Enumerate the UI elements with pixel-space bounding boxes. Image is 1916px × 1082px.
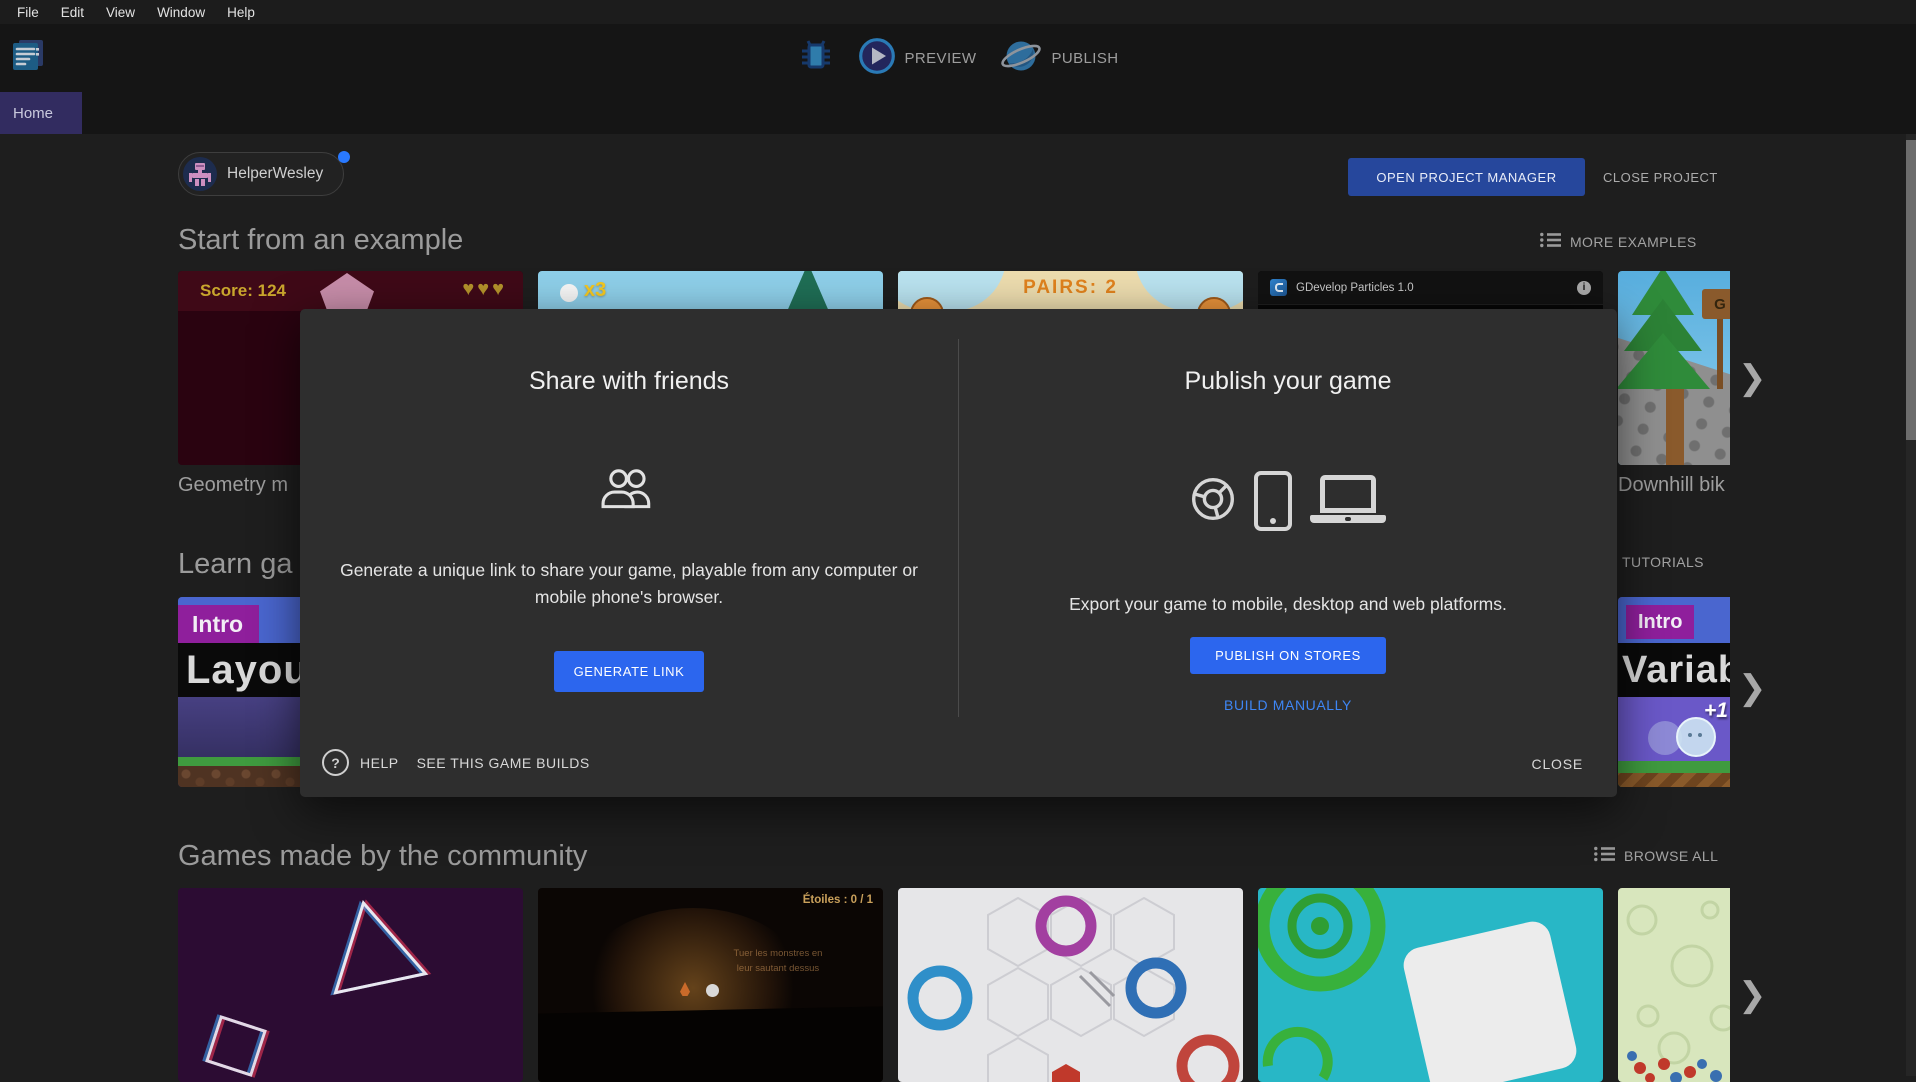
more-examples-label: MORE EXAMPLES	[1570, 234, 1697, 250]
zigzag-dirt	[1618, 773, 1730, 787]
toolbar: PREVIEW PUBLISH	[0, 24, 1916, 92]
intro-tag: Intro	[178, 605, 259, 643]
hexagon-rings-art	[898, 888, 1243, 1082]
debug-icon[interactable]	[798, 38, 834, 79]
bubbles-art	[1618, 888, 1730, 1082]
tab-home-label: Home	[13, 105, 53, 122]
community-section-title: Games made by the community	[178, 840, 587, 873]
ghost-character	[1676, 717, 1716, 757]
info-icon: i	[1577, 281, 1591, 295]
menu-edit[interactable]: Edit	[50, 5, 95, 20]
avatar	[183, 157, 217, 191]
example-card-label: Downhill bik	[1618, 474, 1725, 497]
example-card-downhill-bike[interactable]: G	[1618, 271, 1730, 465]
publish-title: Publish your game	[959, 367, 1617, 396]
share-column: Share with friends Generate a unique lin…	[300, 309, 958, 739]
examples-section-title: Start from an example	[178, 224, 463, 257]
open-project-manager-button[interactable]: OPEN PROJECT MANAGER	[1348, 158, 1585, 196]
tutorials-label: TUTORIALS	[1622, 554, 1704, 570]
teal-rings-art	[1258, 888, 1603, 1082]
stars-counter: Étoiles : 0 / 1	[803, 894, 873, 906]
menu-window[interactable]: Window	[146, 5, 216, 20]
hearts-icons: ♥♥♥	[462, 278, 507, 301]
gdevelop-logo-icon	[1270, 279, 1287, 296]
scene-art: +1	[1618, 697, 1730, 761]
more-examples-link[interactable]: MORE EXAMPLES	[1540, 232, 1697, 251]
help-icon[interactable]: ?	[322, 749, 349, 776]
menu-bar: File Edit View Window Help	[0, 0, 1916, 24]
coin-icon	[560, 284, 578, 302]
share-title: Share with friends	[300, 367, 958, 396]
publish-column: Publish your game Export your game to mo…	[959, 309, 1617, 739]
hint-line: leur sautant dessus	[737, 963, 819, 974]
preview-button[interactable]: PREVIEW	[858, 37, 977, 80]
help-button[interactable]: HELP	[360, 755, 399, 771]
chevron-right-icon[interactable]	[1738, 358, 1768, 398]
community-card-hexagons[interactable]	[898, 888, 1243, 1082]
chevron-right-icon[interactable]	[1738, 975, 1768, 1015]
tutorial-card-variables[interactable]: Intro Variab +1	[1618, 597, 1730, 787]
intro-tag: Intro	[1626, 605, 1694, 639]
community-carousel: Étoiles : 0 / 1 Tuer les monstres en leu…	[178, 888, 1730, 1082]
browse-all-label: BROWSE ALL	[1624, 848, 1718, 864]
close-project-button[interactable]: CLOSE PROJECT	[1597, 158, 1724, 196]
tutorials-link[interactable]: TUTORIALS	[1622, 554, 1704, 570]
sign-letter: G	[1714, 296, 1726, 313]
menu-view[interactable]: View	[95, 5, 146, 20]
publish-on-stores-button[interactable]: PUBLISH ON STORES	[1190, 637, 1386, 674]
hint-line: Tuer les monstres en	[734, 948, 823, 959]
learn-section-title: Learn ga	[178, 548, 293, 581]
sign-post-shape	[1717, 319, 1723, 389]
tutorial-title-band: Variab	[1618, 643, 1730, 697]
dialog-footer-left: ? HELP SEE THIS GAME BUILDS	[322, 749, 590, 776]
pairs-header-text: PAIRS: 2	[898, 277, 1243, 299]
platform-icons	[959, 471, 1617, 531]
laptop-icon	[1310, 475, 1386, 527]
community-card-campfire[interactable]: Étoiles : 0 / 1 Tuer les monstres en leu…	[538, 888, 883, 1082]
see-builds-button[interactable]: SEE THIS GAME BUILDS	[417, 755, 590, 771]
neon-shapes-art	[178, 888, 523, 1082]
sign-board: G	[1702, 289, 1730, 319]
hint-text: Tuer les monstres en leur sautant dessus	[713, 946, 843, 976]
window-titlebar: GDevelop Particles 1.0 i	[1258, 271, 1603, 305]
ground-silhouette	[538, 1006, 883, 1082]
score-text: Score: 124	[200, 281, 286, 301]
chevron-right-icon[interactable]	[1738, 668, 1768, 708]
user-profile-chip[interactable]: HelperWesley	[178, 152, 344, 196]
community-card-bubbles[interactable]	[1618, 888, 1730, 1082]
player-character	[706, 984, 719, 997]
people-icon	[300, 467, 958, 511]
browse-all-link[interactable]: BROWSE ALL	[1594, 846, 1718, 865]
menu-file[interactable]: File	[6, 5, 50, 20]
toolbar-center: PREVIEW PUBLISH	[0, 24, 1916, 92]
window-title: GDevelop Particles 1.0	[1296, 282, 1414, 294]
share-publish-dialog: Share with friends Generate a unique lin…	[300, 309, 1617, 797]
generate-link-button[interactable]: GENERATE LINK	[554, 651, 704, 692]
list-icon	[1594, 846, 1615, 865]
close-dialog-button[interactable]: CLOSE	[1526, 755, 1589, 773]
community-card-neon-shapes[interactable]	[178, 888, 523, 1082]
preview-label: PREVIEW	[905, 50, 977, 67]
notification-dot	[338, 151, 350, 163]
list-icon	[1540, 232, 1561, 251]
share-description: Generate a unique link to share your gam…	[319, 557, 939, 611]
globe-icon	[1000, 35, 1042, 82]
smartphone-icon	[1254, 471, 1292, 531]
chrome-icon	[1190, 476, 1236, 527]
publish-label: PUBLISH	[1051, 50, 1118, 67]
publish-button[interactable]: PUBLISH	[1000, 35, 1118, 82]
username: HelperWesley	[227, 165, 323, 183]
scrollbar-thumb[interactable]	[1906, 140, 1916, 440]
tab-bar: Home	[0, 92, 1916, 134]
plus-one-text: +1	[1704, 699, 1728, 723]
menu-help[interactable]: Help	[216, 5, 266, 20]
tab-home[interactable]: Home	[0, 92, 82, 134]
publish-description: Export your game to mobile, desktop and …	[978, 591, 1598, 618]
build-manually-link[interactable]: BUILD MANUALLY	[959, 697, 1617, 713]
community-card-teal-rings[interactable]	[1258, 888, 1603, 1082]
play-circle-icon	[858, 37, 896, 80]
example-card-label: Geometry m	[178, 474, 288, 497]
multiplier-badge: x3	[584, 279, 606, 302]
